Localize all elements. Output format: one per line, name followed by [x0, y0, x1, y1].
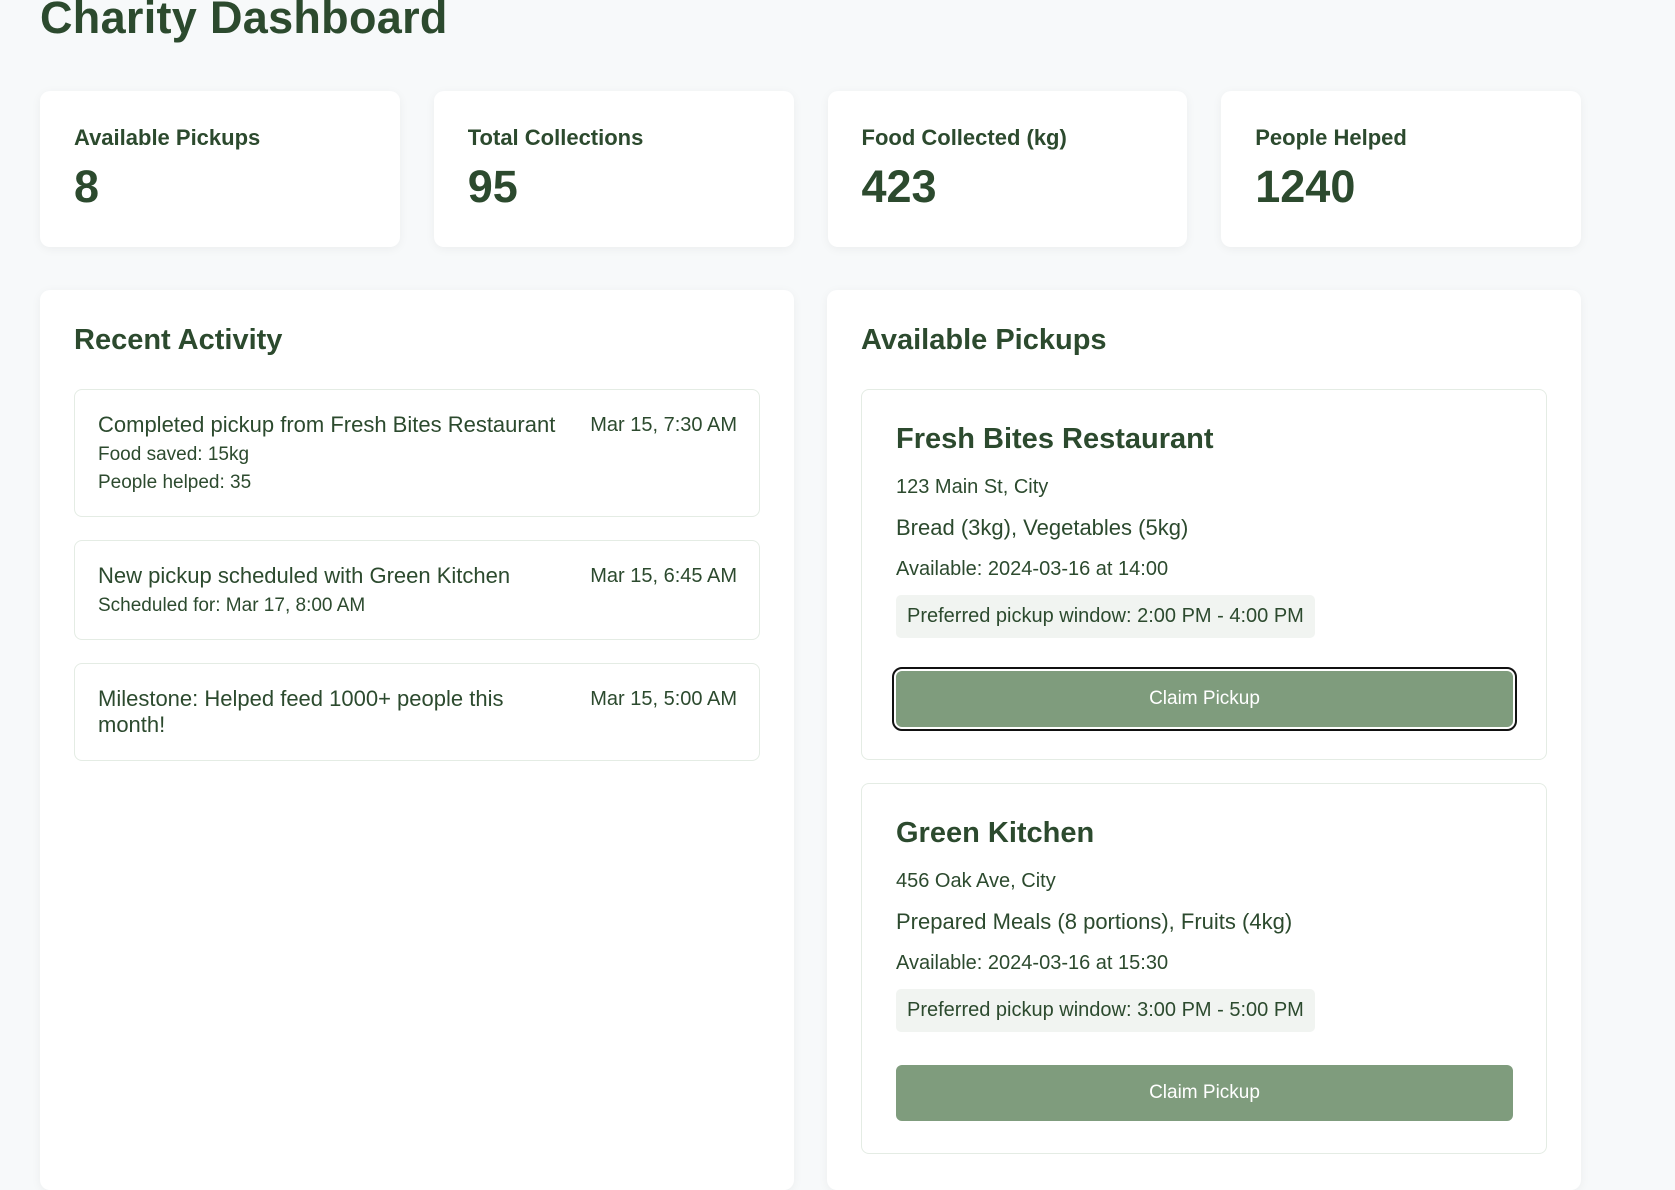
available-pickups-title: Available Pickups — [861, 324, 1107, 356]
claim-pickup-button[interactable]: Claim Pickup — [896, 1065, 1513, 1121]
stat-label: Food Collected (kg) — [861, 125, 1067, 150]
available-pickups-panel: Available Pickups Fresh Bites Restaurant… — [827, 290, 1581, 1190]
pickup-name: Green Kitchen — [896, 817, 1095, 849]
pickup-window-badge: Preferred pickup window: 3:00 PM - 5:00 … — [896, 989, 1315, 1032]
activity-text: Completed pickup from Fresh Bites Restau… — [98, 412, 556, 437]
stat-card-available-pickups: Available Pickups 8 — [40, 91, 400, 247]
pickup-address: 123 Main St, City — [896, 476, 1049, 498]
stat-value: 423 — [861, 161, 937, 212]
pickup-food-items: Bread (3kg), Vegetables (5kg) — [896, 515, 1189, 540]
recent-activity-title: Recent Activity — [74, 324, 283, 356]
activity-text: New pickup scheduled with Green Kitchen — [98, 563, 511, 588]
pickup-available-time: Available: 2024-03-16 at 14:00 — [896, 558, 1169, 580]
stat-card-total-collections: Total Collections 95 — [433, 91, 794, 247]
activity-item: Milestone: Helped feed 1000+ people this… — [74, 663, 760, 761]
claim-pickup-button[interactable]: Claim Pickup — [892, 667, 1517, 731]
stat-value: 95 — [467, 161, 518, 212]
activity-detail: Food saved: 15kg — [98, 444, 250, 465]
pickup-food-items: Prepared Meals (8 portions), Fruits (4kg… — [896, 909, 1293, 934]
pickup-available-time: Available: 2024-03-16 at 15:30 — [896, 952, 1169, 974]
activity-time: Mar 15, 6:45 AM — [590, 565, 737, 587]
pickup-name: Fresh Bites Restaurant — [896, 423, 1214, 455]
stat-value: 1240 — [1255, 161, 1356, 212]
activity-detail: Scheduled for: Mar 17, 8:00 AM — [98, 595, 366, 616]
pickup-card: Fresh Bites Restaurant 123 Main St, City… — [861, 389, 1547, 760]
recent-activity-panel: Recent Activity Completed pickup from Fr… — [40, 290, 794, 1190]
activity-text: Milestone: Helped feed 1000+ people this… — [98, 686, 504, 737]
stat-label: People Helped — [1255, 125, 1407, 150]
stat-card-food-collected: Food Collected (kg) 423 — [827, 91, 1188, 247]
activity-detail: People helped: 35 — [98, 472, 252, 493]
pickup-window-badge: Preferred pickup window: 2:00 PM - 4:00 … — [896, 595, 1315, 638]
stat-card-people-helped: People Helped 1240 — [1221, 91, 1581, 247]
pickup-card: Green Kitchen 456 Oak Ave, City Prepared… — [861, 783, 1547, 1154]
stats-row: Available Pickups 8 Total Collections 95… — [40, 91, 1581, 247]
stat-label: Total Collections — [467, 125, 644, 150]
pickup-address: 456 Oak Ave, City — [896, 870, 1056, 892]
stat-value: 8 — [74, 161, 100, 212]
stat-label: Available Pickups — [74, 125, 261, 150]
page-title: Charity Dashboard — [40, 0, 448, 43]
activity-item: New pickup scheduled with Green Kitchen … — [74, 540, 760, 640]
activity-time: Mar 15, 7:30 AM — [590, 414, 737, 436]
activity-time: Mar 15, 5:00 AM — [590, 688, 737, 710]
activity-item: Completed pickup from Fresh Bites Restau… — [74, 389, 760, 517]
